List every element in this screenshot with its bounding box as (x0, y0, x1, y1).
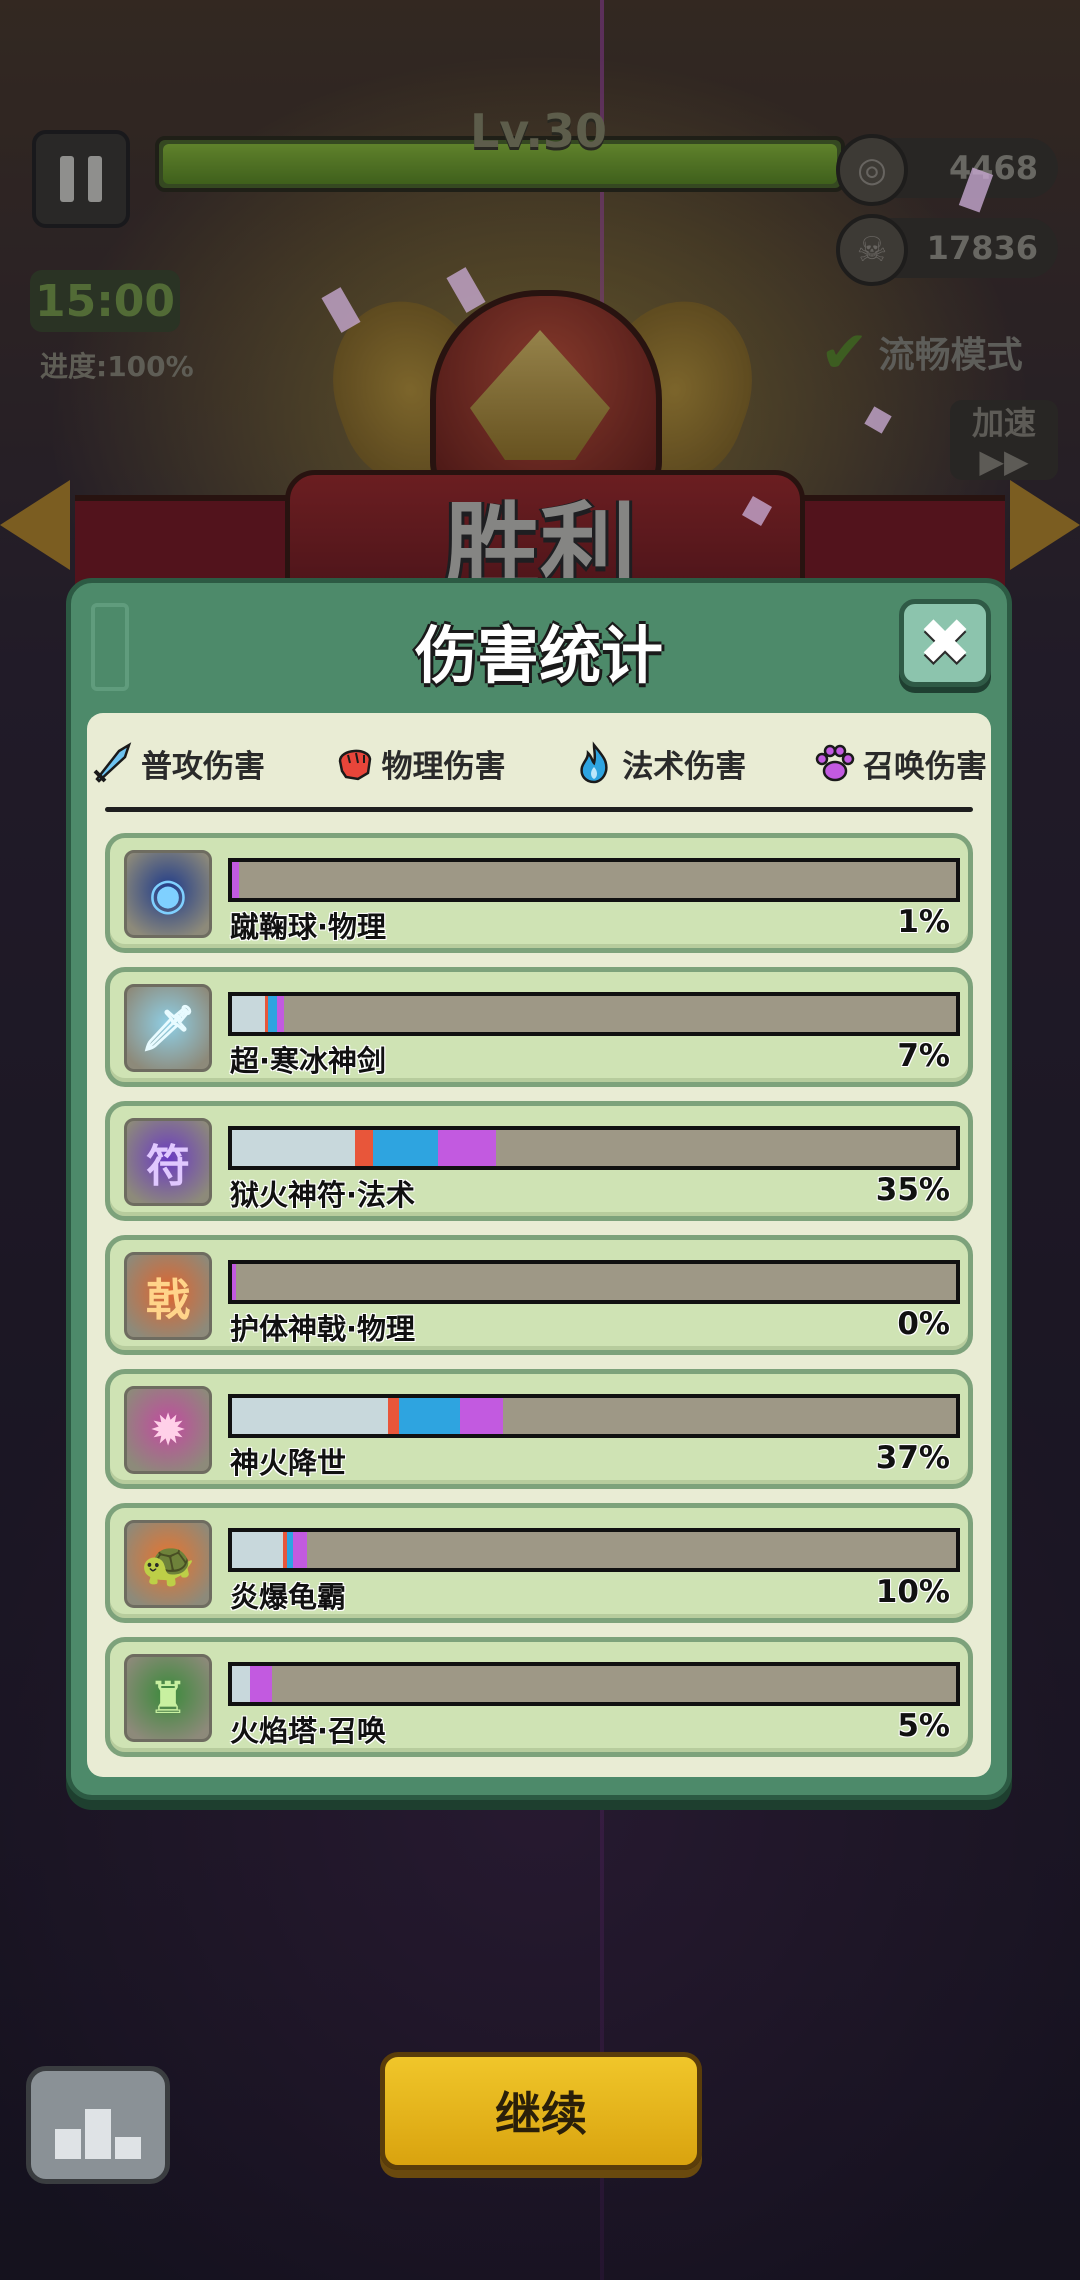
podium-icon (55, 2129, 81, 2159)
divine-fire-icon: ✹ (124, 1386, 212, 1474)
damage-segment-summon (232, 1264, 236, 1300)
skill-row: 🐢 炎爆龟霸 10% (105, 1503, 973, 1623)
skill-percent: 0% (897, 1306, 950, 1342)
skill-name: 护体神戟·物理 (230, 1312, 416, 1346)
damage-bar (228, 1126, 960, 1170)
skill-name: 超·寒冰神剑 (230, 1044, 387, 1078)
damage-segment-summon (460, 1398, 504, 1434)
paw-icon (815, 744, 855, 782)
legend-summon: 召唤伤害 (813, 741, 987, 786)
damage-segment-physical (355, 1130, 374, 1166)
skill-name: 蹴鞠球·物理 (230, 910, 387, 944)
skill-row: ✹ 神火降世 37% (105, 1369, 973, 1489)
legend-summon-label: 召唤伤害 (862, 748, 987, 785)
damage-segment-summon (276, 996, 285, 1032)
damage-segment-normal (232, 996, 265, 1032)
skill-percent: 1% (897, 904, 950, 940)
damage-segment-magic (398, 1398, 461, 1434)
turtle-icon: 🐢 (124, 1520, 212, 1608)
damage-segment-summon (292, 1532, 308, 1568)
damage-stats-panel: 伤害统计 ✖ 普攻伤害 物理伤害 法术伤害 召唤伤害 ◉ 蹴鞠球·物理 1% 🗡 超·寒… (66, 578, 1012, 1800)
skill-row: ♜ 火焰塔·召唤 5% (105, 1637, 973, 1757)
damage-type-legend: 普攻伤害 物理伤害 法术伤害 召唤伤害 (87, 733, 991, 793)
skill-percent: 37% (875, 1440, 950, 1476)
skill-percent: 35% (875, 1172, 950, 1208)
damage-segment-magic (373, 1130, 439, 1166)
continue-button[interactable]: 继续 (380, 2052, 702, 2170)
skill-percent: 10% (875, 1574, 950, 1610)
legend-physical-label: 物理伤害 (381, 748, 506, 785)
skill-row: 戟护体神戟·物理 0% (105, 1235, 973, 1355)
damage-segment-summon (438, 1130, 497, 1166)
damage-bar (228, 1260, 960, 1304)
skill-row: ◉ 蹴鞠球·物理 1% (105, 833, 973, 953)
damage-segment-normal (232, 1666, 251, 1702)
podium-icon (115, 2137, 141, 2159)
ball-icon: ◉ (124, 850, 212, 938)
legend-magic: 法术伤害 (572, 741, 746, 786)
damage-bar (228, 1662, 960, 1706)
ice-sword-icon: 🗡 (124, 984, 212, 1072)
ranking-button[interactable] (26, 2066, 170, 2184)
damage-segment-normal (232, 1398, 388, 1434)
legend-normal: 普攻伤害 (91, 741, 265, 786)
skill-name: 炎爆龟霸 (230, 1580, 347, 1614)
damage-segment-normal (232, 1130, 356, 1166)
skill-damage-list: ◉ 蹴鞠球·物理 1% 🗡 超·寒冰神剑 7% 符狱火神符·法术 35% 戟护体神戟·物理 0% ✹… (105, 833, 973, 1771)
panel-content: 普攻伤害 物理伤害 法术伤害 召唤伤害 ◉ 蹴鞠球·物理 1% 🗡 超·寒冰神剑 7% 符狱… (87, 713, 991, 1777)
skill-percent: 7% (897, 1038, 950, 1074)
talisman-icon: 符 (124, 1118, 212, 1206)
skill-percent: 5% (897, 1708, 950, 1744)
panel-title: 伤害统计 (414, 619, 663, 692)
damage-bar (228, 992, 960, 1036)
fist-icon (338, 749, 371, 781)
damage-bar (228, 858, 960, 902)
tower-icon: ♜ (124, 1654, 212, 1742)
damage-bar (228, 1394, 960, 1438)
damage-segment-normal (232, 1532, 283, 1568)
damage-bar (228, 1528, 960, 1572)
close-button[interactable]: ✖ (899, 599, 991, 687)
legend-magic-label: 法术伤害 (622, 748, 747, 785)
legend-normal-label: 普攻伤害 (141, 748, 265, 785)
damage-segment-physical (387, 1398, 399, 1434)
damage-segment-summon (250, 1666, 272, 1702)
damage-segment-magic (268, 996, 277, 1032)
damage-segment-summon (232, 862, 240, 898)
legend-physical: 物理伤害 (332, 741, 506, 786)
halberd-icon: 戟 (124, 1252, 212, 1340)
skill-name: 狱火神符·法术 (230, 1178, 416, 1212)
podium-icon (85, 2109, 111, 2159)
skill-row: 符狱火神符·法术 35% (105, 1101, 973, 1221)
legend-divider (105, 807, 973, 812)
sword-icon (93, 742, 132, 783)
skill-name: 火焰塔·召唤 (230, 1714, 387, 1748)
fire-icon (580, 741, 608, 784)
skill-row: 🗡 超·寒冰神剑 7% (105, 967, 973, 1087)
skill-name: 神火降世 (230, 1446, 347, 1480)
